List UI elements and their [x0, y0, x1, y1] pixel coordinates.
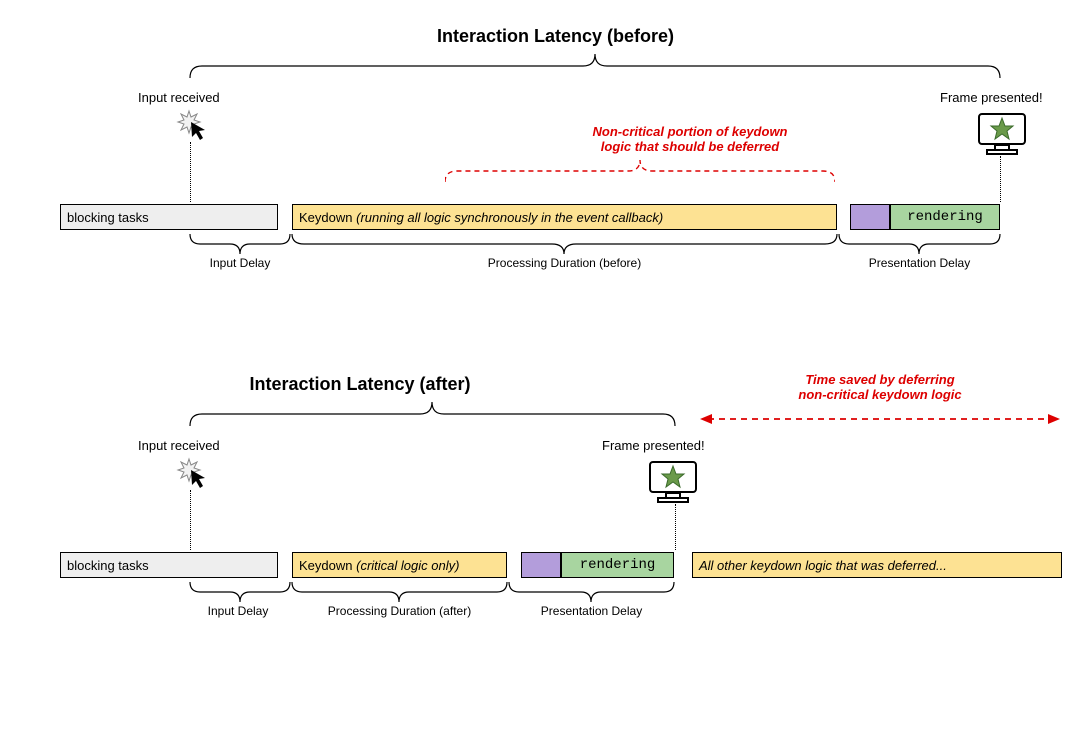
bar-deferred-after: All other keydown logic that was deferre…: [692, 552, 1062, 578]
bar-rendering-after: rendering: [561, 552, 674, 578]
label-input-received-after: Input received: [138, 438, 220, 453]
latency-diagram: Interaction Latency (before) Input recei…: [20, 20, 1051, 710]
red-double-arrow: [700, 410, 1060, 428]
red-dashed-brace-before: [445, 160, 835, 184]
label-presentation-before: Presentation Delay: [839, 256, 1000, 270]
brace-presentation-before: [839, 234, 1000, 256]
timesaved-note: Time saved by deferring non-critical key…: [760, 372, 1000, 402]
keydown-label-after: Keydown: [299, 558, 352, 573]
brace-input-delay-before: [190, 234, 290, 256]
label-frame-presented-before: Frame presented!: [940, 90, 1043, 105]
label-input-delay-before: Input Delay: [190, 256, 290, 270]
brace-presentation-after: [509, 582, 674, 604]
input-dotted-after: [190, 490, 191, 550]
label-input-received-before: Input received: [138, 90, 220, 105]
label-frame-presented-after: Frame presented!: [602, 438, 705, 453]
bar-keydown-before: Keydown (running all logic synchronously…: [292, 204, 837, 230]
brace-processing-before: [292, 234, 837, 256]
noncritical-line2: logic that should be deferred: [601, 139, 779, 154]
label-processing-before: Processing Duration (before): [292, 256, 837, 270]
keydown-detail-after: (critical logic only): [356, 558, 459, 573]
monitor-star-icon: [977, 112, 1027, 158]
brace-processing-after: [292, 582, 507, 604]
title-before: Interaction Latency (before): [20, 26, 1071, 47]
monitor-star-icon: [648, 460, 698, 506]
input-dotted-before: [190, 142, 191, 202]
cursor-click-icon: [175, 108, 211, 144]
noncritical-note: Non-critical portion of keydown logic th…: [550, 124, 830, 154]
label-presentation-after: Presentation Delay: [509, 604, 674, 618]
brace-after-top: [190, 402, 675, 428]
timesaved-line2: non-critical keydown logic: [798, 387, 961, 402]
frame-dotted-after: [675, 504, 676, 550]
bar-purple-before: [850, 204, 890, 230]
bar-blocking-before: blocking tasks: [60, 204, 278, 230]
label-processing-after: Processing Duration (after): [292, 604, 507, 618]
noncritical-line1: Non-critical portion of keydown: [592, 124, 787, 139]
frame-dotted-before: [1000, 156, 1001, 202]
bar-blocking-after: blocking tasks: [60, 552, 278, 578]
label-input-delay-after: Input Delay: [168, 604, 308, 618]
brace-before-top: [190, 54, 1000, 80]
bar-keydown-after: Keydown (critical logic only): [292, 552, 507, 578]
keydown-detail-before: (running all logic synchronously in the …: [356, 210, 663, 225]
brace-input-delay-after: [190, 582, 290, 604]
title-after: Interaction Latency (after): [50, 374, 670, 395]
timesaved-line1: Time saved by deferring: [805, 372, 954, 387]
cursor-click-icon: [175, 456, 211, 492]
keydown-label-before: Keydown: [299, 210, 352, 225]
bar-purple-after: [521, 552, 561, 578]
bar-rendering-before: rendering: [890, 204, 1000, 230]
